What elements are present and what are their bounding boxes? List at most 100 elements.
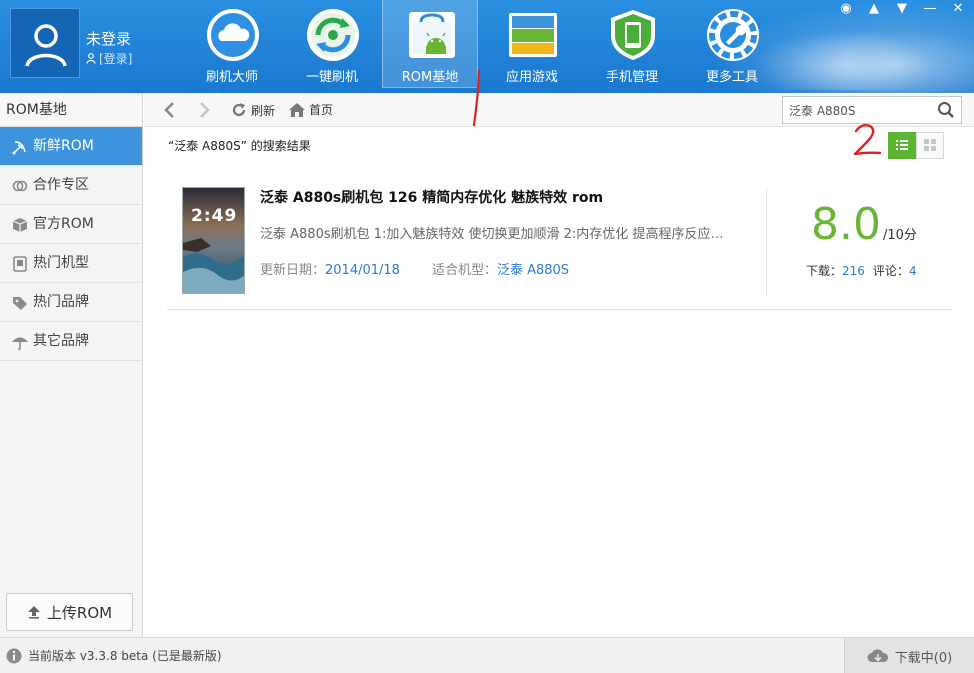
nav-label: 更多工具: [705, 70, 758, 85]
box-icon: [12, 218, 28, 232]
login-link-label[interactable]: [登录]: [99, 50, 132, 67]
user-avatar[interactable]: [10, 8, 80, 78]
version-info: 当前版本 v3.3.8 beta (已是最新版): [6, 647, 222, 664]
sidebar-item-label: 新鲜ROM: [33, 138, 94, 154]
link-icon: [12, 180, 28, 192]
forward-arrow-icon[interactable]: [194, 100, 214, 120]
view-toggle: [888, 132, 944, 159]
feedback-icon[interactable]: ◉: [838, 1, 854, 16]
sidebar-item-hot-brands[interactable]: 热门品牌: [0, 283, 142, 322]
sidebar-item-other-brands[interactable]: 其它品牌: [0, 322, 142, 361]
wrench-icon: [707, 9, 759, 61]
rom-list-item[interactable]: 2:49 泛泰 A880s刷机包 126 精简内存优化 魅族特效 rom 泛泰 …: [167, 177, 952, 310]
card-divider: [766, 189, 767, 295]
login-link[interactable]: [登录]: [86, 50, 132, 67]
annotation-mark-2: [853, 123, 882, 156]
tag-icon: [13, 297, 27, 310]
sidebar-item-label: 官方ROM: [33, 216, 94, 232]
rom-meta: 更新日期：2014/01/18 适合机型：泛泰 A880S: [260, 259, 569, 278]
sidebar-item-hot-models[interactable]: 热门机型: [0, 244, 142, 283]
version-text: 当前版本 v3.3.8 beta (已是最新版): [28, 649, 222, 663]
score-suffix: /10分: [882, 228, 917, 243]
cloud-download-icon: [867, 649, 888, 662]
sidebar-item-official-rom[interactable]: 官方ROM: [0, 205, 142, 244]
phone-shield-icon: [611, 10, 655, 60]
info-icon: [6, 648, 22, 663]
home-button[interactable]: 首页: [288, 101, 333, 118]
sidebar-item-fresh-rom[interactable]: 新鲜ROM: [0, 127, 142, 166]
nav-item-rom-base[interactable]: ROM基地: [382, 0, 478, 88]
search-icon[interactable]: [937, 101, 955, 119]
home-icon: [289, 102, 305, 117]
main-content: “泛泰 A880S” 的搜索结果 2:49 泛泰 A880s刷机包 126 精简…: [144, 69, 974, 637]
refresh-disc-icon: [307, 9, 359, 61]
satellite-icon: [12, 141, 26, 155]
update-date-group: 更新日期：2014/01/18: [260, 259, 400, 278]
nav-item-more-tools[interactable]: 更多工具: [684, 0, 780, 88]
search-box: [782, 96, 962, 124]
comments-label: 评论：: [872, 264, 909, 278]
home-label: 首页: [309, 103, 334, 117]
minimize-icon[interactable]: —: [922, 1, 938, 16]
list-view-icon: [896, 140, 908, 150]
rom-description: 泛泰 A880s刷机包 1:加入魅族特效 使切换更加顺滑 2:内存优化 提高程序…: [260, 227, 730, 242]
menu-down-icon[interactable]: ▼: [894, 1, 910, 16]
upload-rom-button[interactable]: 上传ROM: [6, 593, 133, 631]
header-cloud-decoration: [754, 30, 934, 90]
nav-label: ROM基地: [401, 70, 459, 85]
model-group: 适合机型：泛泰 A880S: [432, 259, 569, 278]
nav-label: 刷机大师: [205, 70, 258, 85]
sidebar-title: ROM基地: [0, 93, 142, 127]
window-controls: ◉ ▲ ▼ — ✕: [838, 0, 966, 16]
downloads-label: 下载：: [806, 264, 843, 278]
refresh-label: 刷新: [251, 103, 276, 118]
score-value: 8.0: [811, 199, 881, 250]
grid-view-icon: [924, 139, 936, 151]
nav-label: 一键刷机: [305, 70, 358, 85]
thumbnail-clock: 2:49: [191, 206, 238, 226]
android-bag-icon: [409, 12, 455, 58]
sidebar-item-label: 热门机型: [33, 255, 89, 271]
status-bar: 当前版本 v3.3.8 beta (已是最新版) 下载中(0): [0, 637, 974, 673]
rom-title[interactable]: 泛泰 A880s刷机包 126 精简内存优化 魅族特效 rom: [260, 187, 603, 207]
download-status-label: 下载中(0): [894, 650, 953, 666]
downloads-group: 下载：216: [806, 262, 865, 279]
refresh-button[interactable]: 刷新: [230, 101, 275, 119]
comments-value[interactable]: 4: [909, 264, 917, 278]
nav-item-phone-management[interactable]: 手机管理: [584, 0, 680, 88]
search-result-title: “泛泰 A880S” 的搜索结果: [168, 139, 311, 153]
upload-icon: [27, 606, 40, 619]
nav-item-flash-master[interactable]: 刷机大师: [184, 0, 280, 88]
nav-item-one-click-flash[interactable]: 一键刷机: [284, 0, 380, 88]
refresh-icon: [232, 103, 246, 117]
grid-view-button[interactable]: [916, 132, 944, 159]
upload-rom-label: 上传ROM: [46, 603, 113, 622]
nav-label: 应用游戏: [505, 70, 558, 85]
sidebar-item-cooperation[interactable]: 合作专区: [0, 166, 142, 205]
back-arrow-icon[interactable]: [160, 100, 180, 120]
top-header: 未登录 [登录] 刷机大师 一键刷机 ROM基地 应用游戏 手机管理 更多工具 …: [0, 0, 974, 93]
lockscreen-preview-image: [183, 188, 244, 293]
nav-label: 手机管理: [605, 70, 658, 85]
sidebar: ROM基地 新鲜ROM 合作专区 官方ROM 热门机型 热门品牌 其它品牌 上传…: [0, 93, 143, 637]
model-value[interactable]: 泛泰 A880S: [497, 263, 569, 278]
sidebar-item-label: 合作专区: [33, 177, 89, 193]
download-status-button[interactable]: 下载中(0): [844, 638, 974, 673]
skin-shirt-icon[interactable]: ▲: [866, 1, 882, 16]
rom-score: 8.0 /10分: [811, 199, 917, 251]
user-icon: [25, 24, 67, 67]
phone-icon: [13, 256, 27, 272]
toolbar: 刷新 首页: [144, 93, 974, 127]
umbrella-icon: [12, 337, 28, 351]
close-icon[interactable]: ✕: [950, 1, 966, 16]
user-name: 未登录: [86, 30, 132, 48]
sidebar-item-label: 热门品牌: [33, 294, 89, 310]
person-icon: [86, 53, 96, 64]
rom-thumbnail[interactable]: 2:49: [182, 187, 245, 294]
search-input[interactable]: [783, 97, 929, 123]
nav-item-apps-games[interactable]: 应用游戏: [484, 0, 580, 88]
update-date-value: 2014/01/18: [325, 263, 400, 278]
comments-group: 评论：4: [873, 262, 917, 279]
list-view-button[interactable]: [888, 132, 916, 159]
update-date-label: 更新日期：: [260, 263, 326, 278]
